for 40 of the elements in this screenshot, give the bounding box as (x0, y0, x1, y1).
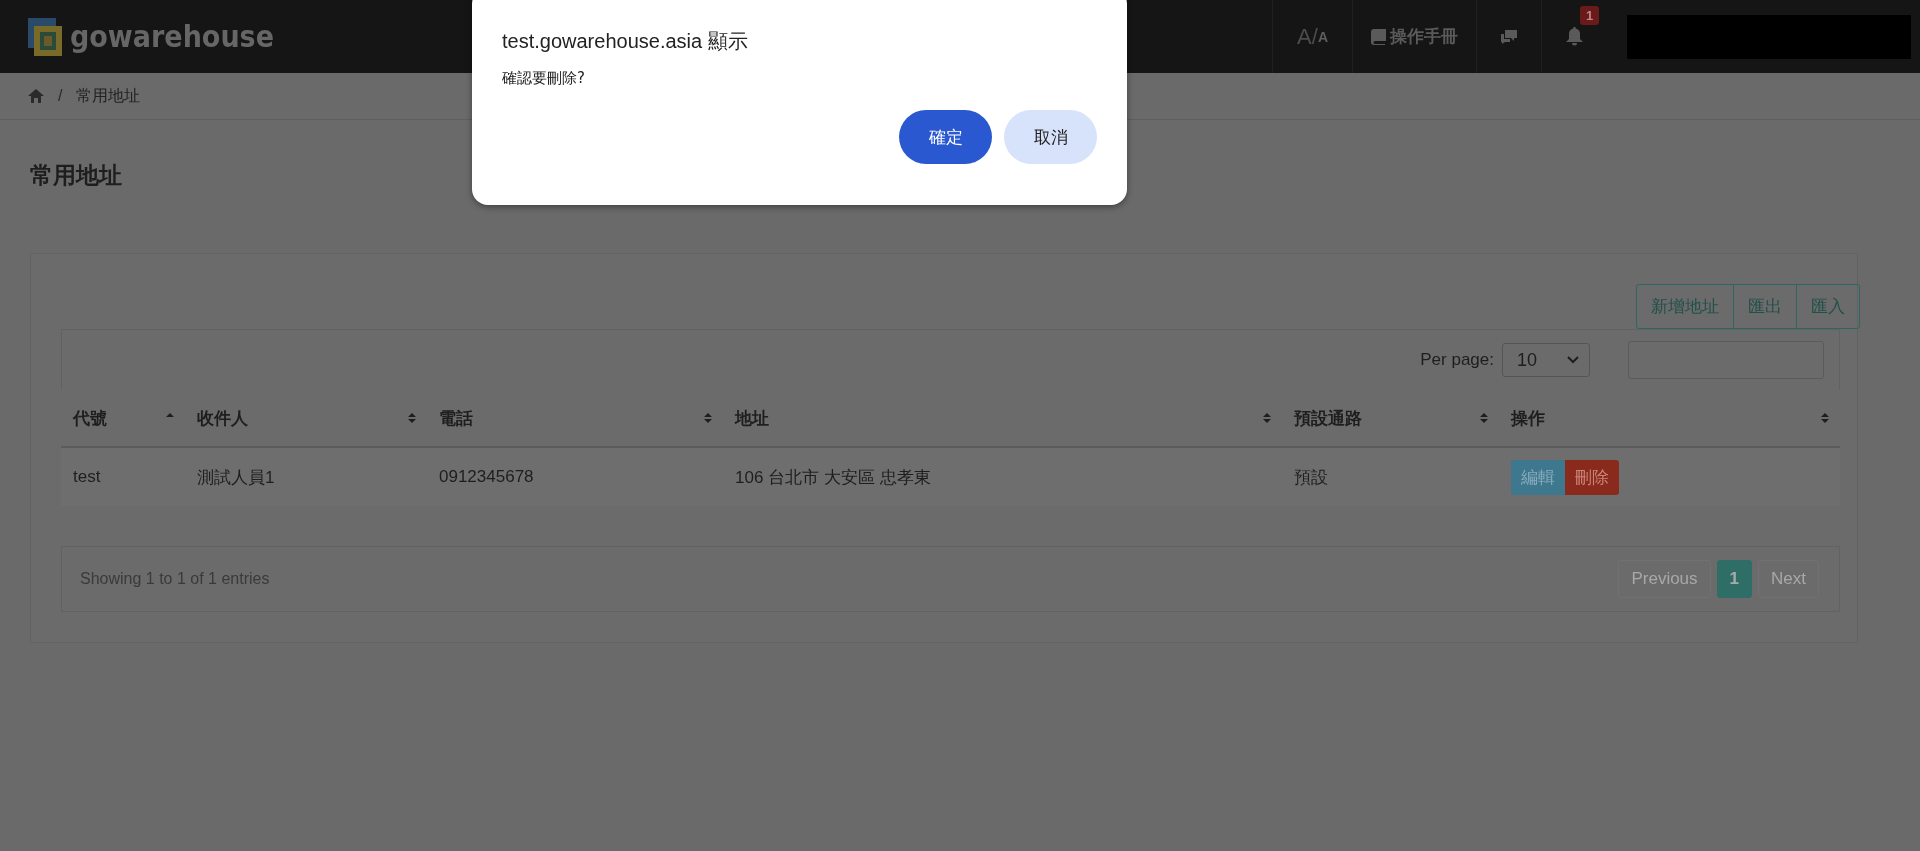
confirm-button[interactable]: 確定 (899, 110, 992, 164)
chat-icon[interactable] (1501, 29, 1517, 44)
sort-icon[interactable] (1820, 412, 1830, 424)
toolbar-button[interactable]: 匯出 (1733, 284, 1797, 329)
home-icon[interactable] (28, 89, 44, 103)
table-cell-text: 測試人員1 (197, 466, 275, 489)
sort-icon[interactable] (703, 412, 713, 424)
toolbar-button[interactable]: 匯入 (1796, 284, 1860, 329)
table-cell-text: 106 台北市 大安區 忠孝東 (735, 466, 931, 489)
column-header[interactable]: 操作 (1511, 406, 1545, 430)
table-cell: test (73, 467, 101, 487)
dialog-title: test.gowarehouse.asia 顯示 (502, 29, 749, 54)
sort-icon[interactable] (1262, 412, 1272, 424)
bell-icon[interactable] (1566, 27, 1583, 46)
page-title: 常用地址 (30, 161, 122, 190)
sort-icon[interactable] (1479, 412, 1489, 424)
chevron-icon (1567, 356, 1579, 364)
manual-button[interactable]: 操作手冊 (1352, 0, 1476, 73)
edit-button[interactable]: 編輯 (1511, 459, 1565, 495)
breadcrumb-separator: / (58, 87, 63, 105)
per-page-label: Per page: (1420, 350, 1494, 370)
logo-icon (28, 17, 62, 56)
table-cell: 0912345678 (439, 467, 534, 487)
column-header[interactable]: 收件人 (197, 406, 248, 430)
breadcrumb-item[interactable]: 常用地址 (76, 85, 141, 107)
column-header[interactable]: 地址 (735, 406, 769, 430)
dialog-message: 確認要刪除? (502, 69, 586, 88)
per-page-select[interactable]: 10 (1502, 343, 1590, 377)
cancel-button[interactable]: 取消 (1004, 110, 1097, 164)
page-button[interactable]: 1 (1716, 560, 1753, 598)
logo-text: gowarehouse (70, 19, 274, 54)
column-header[interactable]: 代號 (73, 406, 107, 430)
table-cell-text: 預設 (1294, 466, 1328, 489)
column-header[interactable]: 預設通路 (1294, 406, 1362, 430)
book-icon (1371, 28, 1386, 45)
toolbar-button[interactable]: 新增地址 (1636, 284, 1734, 329)
column-header[interactable]: 電話 (439, 406, 473, 430)
notification-badge: 1 (1580, 6, 1600, 25)
delete-button[interactable]: 刪除 (1565, 459, 1619, 495)
sort-icon[interactable] (407, 412, 417, 424)
